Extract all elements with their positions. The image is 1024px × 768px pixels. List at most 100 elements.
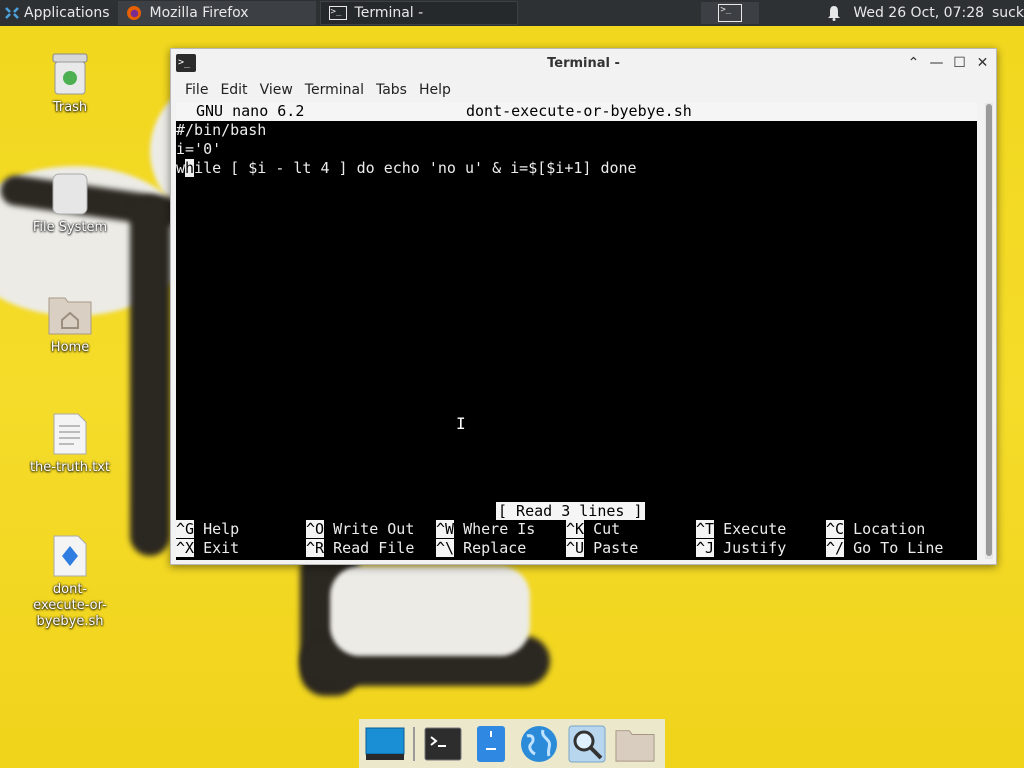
terminal-window: >_ Terminal - ⌃ — ☐ ✕ File Edit View Ter… <box>170 48 997 565</box>
taskbar-terminal[interactable]: >_ Terminal - <box>319 1 518 25</box>
code-line-3-rest: ile [ $i - lt 4 ] do echo 'no u' & i=$[$… <box>194 159 637 177</box>
code-line-2: i='0' <box>176 140 222 158</box>
shortcut-label: Paste <box>593 539 639 557</box>
shortcut-label: Where Is <box>463 520 536 538</box>
shortcut-cut[interactable]: ^K Cut <box>566 520 620 539</box>
shortcut-label: Justify <box>723 539 787 557</box>
dock-separator <box>413 726 415 761</box>
folder-icon <box>615 729 655 762</box>
shortcut-go-to-line[interactable]: ^/ Go To Line <box>826 539 943 558</box>
menu-file[interactable]: File <box>179 82 214 98</box>
shortcut-where-is[interactable]: ^W Where Is <box>436 520 535 539</box>
terminal-icon: >_ <box>718 4 743 22</box>
dock-show-desktop[interactable] <box>365 724 405 764</box>
terminal-icon: >_ <box>328 6 347 20</box>
shortcut-location[interactable]: ^C Location <box>826 520 925 539</box>
shortcut-key: ^C <box>826 520 845 538</box>
file-manager-icon <box>477 725 505 762</box>
text-cursor: h <box>185 159 195 177</box>
shortcut-execute[interactable]: ^T Execute <box>696 520 786 539</box>
shortcut-label: Execute <box>723 520 787 538</box>
clock[interactable]: Wed 26 Oct, 07:28 <box>853 5 984 21</box>
menu-edit[interactable]: Edit <box>214 82 253 98</box>
shortcut-label: Replace <box>463 539 527 557</box>
trash-icon <box>52 53 88 95</box>
shortcut-exit[interactable]: ^X Exit <box>176 539 239 558</box>
shortcut-help[interactable]: ^G Help <box>176 520 239 539</box>
shortcut-read-file[interactable]: ^R Read File <box>306 539 414 558</box>
nano-version: GNU nano 6.2 <box>196 102 305 120</box>
shortcut-key: ^R <box>306 539 325 557</box>
dock-file-manager-blue[interactable] <box>471 724 511 764</box>
user-menu[interactable]: suck <box>992 5 1024 21</box>
desktop-icon-home[interactable]: Home <box>20 292 120 356</box>
nano-filename: dont-execute-or-byebye.sh <box>466 102 692 120</box>
notification-bell-icon[interactable] <box>827 5 841 21</box>
menu-tabs[interactable]: Tabs <box>370 82 413 98</box>
shortcut-justify[interactable]: ^J Justify <box>696 539 786 558</box>
shortcut-key: ^U <box>566 539 585 557</box>
shortcut-replace[interactable]: ^\ Replace <box>436 539 526 558</box>
home-folder-icon <box>48 297 92 335</box>
code-line-3-start: w <box>176 159 186 177</box>
shortcut-label: Write Out <box>333 520 415 538</box>
terminal-icon <box>424 727 462 760</box>
desktop-icon-label: dont-execute-or-byebye.sh <box>33 582 107 629</box>
applications-label: Applications <box>24 5 110 21</box>
ibeam-cursor-icon: I <box>456 414 466 433</box>
desktop-icon-file-system[interactable]: File System <box>20 172 120 236</box>
text-file-icon <box>53 413 87 455</box>
shortcut-key: ^K <box>566 520 585 538</box>
menu-terminal[interactable]: Terminal <box>299 82 370 98</box>
shortcut-paste[interactable]: ^U Paste <box>566 539 638 558</box>
dock-folder[interactable] <box>615 724 655 764</box>
shortcut-key: ^/ <box>826 539 845 557</box>
desktop-icon-the-truth[interactable]: the-truth.txt <box>20 412 120 476</box>
close-icon[interactable]: ✕ <box>973 53 992 73</box>
shortcut-write-out[interactable]: ^O Write Out <box>306 520 414 539</box>
taskbar-firefox[interactable]: Mozilla Firefox <box>117 1 316 25</box>
maximize-icon[interactable]: ☐ <box>950 53 969 73</box>
xfce-logo-icon <box>5 7 19 19</box>
nano-header: GNU nano 6.2 dont-execute-or-byebye.sh <box>176 102 977 121</box>
terminal-content[interactable]: GNU nano 6.2 dont-execute-or-byebye.sh #… <box>176 102 977 560</box>
desktop-icon-label: File System <box>32 220 108 235</box>
menu-view[interactable]: View <box>254 82 299 98</box>
dock-terminal[interactable] <box>423 724 463 764</box>
dock-web-browser[interactable] <box>519 724 559 764</box>
globe-icon <box>521 725 557 762</box>
shortcut-key: ^G <box>176 520 195 538</box>
menu-help[interactable]: Help <box>413 82 457 98</box>
dock <box>359 719 665 768</box>
script-file-icon <box>53 535 87 577</box>
nano-status: [ Read 3 lines ] <box>496 502 645 520</box>
code-line-3: while [ $i - lt 4 ] do echo 'no u' & i=$… <box>176 159 637 178</box>
shortcut-key: ^X <box>176 539 195 557</box>
desktop-icon-label: the-truth.txt <box>29 460 111 475</box>
code-line-1: #/bin/bash <box>176 121 267 139</box>
shortcut-label: Help <box>203 520 240 538</box>
dock-search[interactable] <box>567 724 607 764</box>
shortcut-label: Location <box>853 520 926 538</box>
shade-up-icon[interactable]: ⌃ <box>904 53 923 73</box>
desktop-icon-label: Trash <box>52 100 88 115</box>
terminal-scrollbar[interactable] <box>985 103 993 559</box>
shortcut-key: ^\ <box>436 539 455 557</box>
window-title: Terminal - <box>547 56 620 71</box>
panel-terminal-launcher[interactable]: >_ <box>701 2 760 24</box>
desktop-icon-trash[interactable]: Trash <box>20 52 120 116</box>
window-titlebar[interactable]: >_ Terminal - ⌃ — ☐ ✕ <box>171 49 996 79</box>
shortcut-label: Go To Line <box>853 539 944 557</box>
shortcut-key: ^W <box>436 520 455 538</box>
scrollbar-thumb[interactable] <box>986 104 992 556</box>
minimize-icon[interactable]: — <box>927 53 946 73</box>
shortcut-key: ^T <box>696 520 715 538</box>
applications-menu[interactable]: Applications <box>0 0 116 26</box>
shortcut-key: ^O <box>306 520 325 538</box>
drive-icon <box>52 173 88 215</box>
desktop-icon-label: Home <box>50 340 90 355</box>
menu-bar: File Edit View Terminal Tabs Help <box>171 79 996 101</box>
desktop-icon-script[interactable]: dont-execute-or-byebye.sh <box>20 534 120 630</box>
firefox-icon <box>126 6 141 20</box>
shortcut-label: Read File <box>333 539 415 557</box>
